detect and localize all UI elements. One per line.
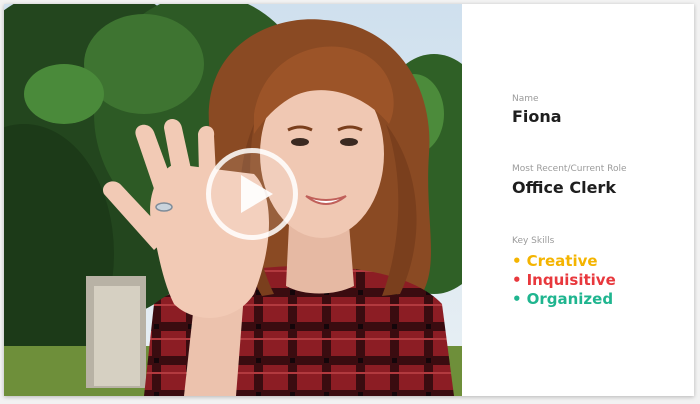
name-label: Name [512, 94, 539, 104]
play-icon [241, 175, 273, 213]
skill-item: • Creative [512, 252, 598, 270]
skills-label: Key Skills [512, 236, 555, 246]
skills-list: • Creative • Inquisitive • Organized [512, 252, 616, 309]
role-label: Most Recent/Current Role [512, 164, 627, 174]
profile-info-panel: Name Fiona Most Recent/Current Role Offi… [512, 4, 692, 396]
video-player[interactable] [4, 4, 462, 396]
skill-item: • Organized [512, 290, 614, 308]
candidate-name: Fiona [512, 107, 562, 126]
candidate-role: Office Clerk [512, 178, 616, 197]
video-profile-card: Name Fiona Most Recent/Current Role Offi… [4, 4, 694, 396]
skill-item: • Inquisitive [512, 271, 616, 289]
play-button[interactable] [206, 148, 298, 240]
